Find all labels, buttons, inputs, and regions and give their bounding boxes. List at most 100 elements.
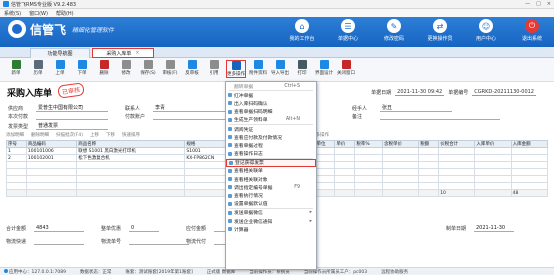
change-password-button[interactable]: ✎ 修改密码	[378, 19, 410, 42]
menu-item-7[interactable]: 查看操作日志	[226, 150, 316, 158]
table-cell[interactable]	[418, 147, 440, 155]
workbench-button[interactable]: ⌂ 我的工作台	[286, 19, 318, 42]
table-cell[interactable]	[354, 154, 384, 162]
menu-item-0[interactable]: 红冲单据	[226, 91, 316, 99]
toolbar-button-attachment[interactable]: 附件资料	[248, 60, 268, 76]
table-cell[interactable]	[474, 154, 512, 162]
table-cell[interactable]	[334, 161, 356, 169]
table-cell[interactable]: 100101006	[25, 147, 78, 155]
menu-item-16[interactable]: 计算器	[226, 225, 316, 233]
maker-date-field[interactable]: 2021-11-30	[474, 225, 514, 232]
table-cell[interactable]	[76, 161, 186, 169]
toolbar-button-reference[interactable]: 引用	[204, 60, 224, 76]
table-cell[interactable]	[510, 161, 549, 169]
logistics-field[interactable]	[34, 239, 84, 245]
table-cell[interactable]	[474, 175, 512, 183]
minimize-button[interactable]: —	[525, 1, 530, 7]
menu-item-15[interactable]: 发送企业微信通知 ▸	[226, 217, 316, 225]
table-cell[interactable]	[474, 168, 512, 176]
table-cell[interactable]	[438, 161, 476, 169]
table-cell[interactable]	[438, 154, 476, 162]
discount-field[interactable]: 0	[129, 225, 159, 232]
table-cell[interactable]	[438, 147, 476, 155]
toolbar-button-next[interactable]: 下单	[72, 60, 92, 76]
table-cell[interactable]	[334, 168, 356, 176]
exit-system-button[interactable]: ⏻ 退出系统	[516, 19, 548, 42]
table-cell[interactable]	[510, 154, 549, 162]
menu-item-14[interactable]: 发送单据微信 ▸	[226, 209, 316, 217]
table-cell[interactable]	[25, 168, 78, 176]
table-cell[interactable]: 联想 S1001 黑白激光打印机	[76, 147, 186, 155]
table-cell[interactable]	[76, 175, 186, 183]
remark-field[interactable]	[380, 114, 500, 120]
switch-operator-button[interactable]: ⇄ 更换操作员	[424, 19, 456, 42]
table-cell[interactable]	[418, 168, 440, 176]
table-cell[interactable]	[25, 182, 78, 190]
handler-field[interactable]: 张丑	[380, 104, 452, 112]
menu-item-8[interactable]: 登记获得发票	[226, 158, 316, 167]
invoice-type-field[interactable]: 普通发票	[36, 122, 108, 130]
column-header[interactable]: 入库金额	[510, 140, 549, 148]
table-cell[interactable]	[418, 182, 440, 190]
table-cell[interactable]	[418, 154, 440, 162]
table-cell[interactable]	[314, 175, 336, 183]
table-cell[interactable]	[474, 161, 512, 169]
table-cell[interactable]	[334, 147, 356, 155]
menu-item-11[interactable]: 调出指定编号单据 F9	[226, 183, 316, 191]
menu-item-12[interactable]: 查看执行情况	[226, 191, 316, 199]
table-cell[interactable]	[314, 147, 336, 155]
move-down-button[interactable]: 下移	[106, 132, 115, 138]
table-cell[interactable]	[354, 161, 384, 169]
toolbar-button-unaudit[interactable]: 反审核	[182, 60, 202, 76]
toolbar-button-print[interactable]: 打印	[292, 60, 312, 76]
tab-purchase-receipt[interactable]: 采购入库单 ×	[92, 48, 154, 58]
table-cell[interactable]	[418, 175, 440, 183]
table-cell[interactable]	[6, 168, 27, 176]
toolbar-button-new[interactable]: 新单	[6, 60, 26, 76]
remote-assist-button[interactable]: 远程协助服务	[381, 269, 408, 275]
menu-item-10[interactable]: 查看相关联对象	[226, 175, 316, 183]
table-cell[interactable]	[314, 154, 336, 162]
table-cell[interactable]	[382, 161, 420, 169]
delete-row-button[interactable]: 删除明细	[31, 132, 49, 138]
menu-help[interactable]: 帮助(H)	[56, 10, 74, 17]
column-header[interactable]: 含税单价	[382, 140, 420, 148]
menu-item-flip[interactable]: 翻转单据 Ctrl+S	[226, 82, 316, 90]
menu-window[interactable]: 窗口(W)	[29, 10, 48, 17]
table-cell[interactable]	[474, 182, 512, 190]
toolbar-button-save[interactable]: 保存(S)	[138, 60, 158, 76]
toolbar-button-design[interactable]: 界面设计	[314, 60, 334, 76]
table-cell[interactable]: 2	[6, 154, 27, 162]
table-cell[interactable]: 1	[6, 147, 27, 155]
total-field[interactable]: 4843	[34, 225, 84, 232]
toolbar-button-audit[interactable]: 审核(F)	[160, 60, 180, 76]
column-header[interactable]: 单位	[314, 140, 336, 148]
column-header[interactable]: 价税合计	[438, 140, 476, 148]
table-cell[interactable]	[382, 147, 420, 155]
tab-close-icon[interactable]: ×	[135, 50, 139, 56]
table-cell[interactable]	[382, 168, 420, 176]
close-window-button[interactable]: ×	[547, 1, 551, 7]
maximize-button[interactable]: □	[536, 1, 541, 7]
toolbar-button-history[interactable]: 历单	[28, 60, 48, 76]
menu-item-9[interactable]: 查看相关联单	[226, 167, 316, 175]
table-cell[interactable]	[510, 182, 549, 190]
table-cell[interactable]	[314, 182, 336, 190]
table-cell[interactable]	[382, 175, 420, 183]
toolbar-button-import[interactable]: 导入导出	[270, 60, 290, 76]
table-cell[interactable]	[510, 147, 549, 155]
doc-center-button[interactable]: ☰ 单据中心	[332, 19, 364, 42]
doc-no-field[interactable]: CGRKD-20211130-0012	[472, 89, 536, 96]
user-center-button[interactable]: ☺ 用户中心	[470, 19, 502, 42]
pay-account-field[interactable]	[153, 114, 225, 120]
table-cell[interactable]	[25, 175, 78, 183]
table-cell[interactable]	[510, 168, 549, 176]
toolbar-button-modify[interactable]: 修改	[116, 60, 136, 76]
column-header[interactable]: 单价	[334, 140, 356, 148]
toolbar-button-delete[interactable]: 删除	[94, 60, 114, 76]
table-cell[interactable]	[474, 147, 512, 155]
table-cell[interactable]	[6, 182, 27, 190]
table-cell[interactable]	[25, 161, 78, 169]
toolbar-button-prev[interactable]: 上单	[50, 60, 70, 76]
table-cell[interactable]	[438, 175, 476, 183]
